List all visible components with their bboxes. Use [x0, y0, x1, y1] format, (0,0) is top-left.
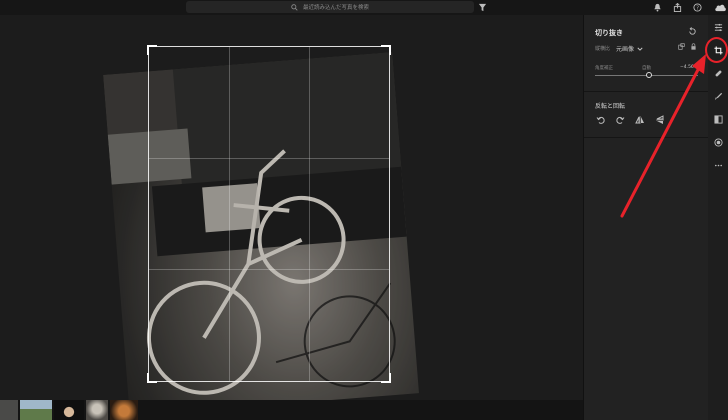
crop-grid-line [149, 158, 389, 160]
radial-icon[interactable] [713, 137, 723, 147]
crop-handle-bottom-right[interactable] [381, 373, 391, 383]
rotate-left-button[interactable] [595, 114, 607, 126]
divider [584, 137, 709, 138]
flip-horizontal-button[interactable] [634, 114, 646, 126]
flip-vertical-button[interactable] [654, 114, 666, 126]
crop-panel: 切り抜き 縦横比 元画像 角度補正 自動 −4.56 反転と回転 [583, 15, 709, 420]
angle-label: 角度補正 [595, 66, 613, 71]
panel-title: 切り抜き [595, 29, 623, 37]
auto-straighten-button[interactable]: 自動 [642, 65, 651, 71]
lock-icon[interactable] [690, 43, 697, 50]
crop-handle-top-right[interactable] [381, 45, 391, 55]
filmstrip-thumb[interactable] [86, 400, 108, 420]
rotate-section-title: 反転と回転 [595, 103, 626, 110]
rotate-right-button[interactable] [614, 114, 626, 126]
filmstrip-thumb[interactable] [54, 400, 84, 420]
heal-icon[interactable] [713, 68, 723, 78]
search-input[interactable]: 最近読み込んだ写真を検索 [186, 1, 474, 13]
crop-handle-top-left[interactable] [147, 45, 157, 55]
brush-icon[interactable] [713, 91, 723, 101]
aspect-dropdown[interactable]: 元画像 [616, 44, 643, 53]
crop-handle-bottom-left[interactable] [147, 373, 157, 383]
angle-value[interactable]: −4.56 [680, 65, 694, 70]
gradient-icon[interactable] [713, 114, 723, 124]
filter-icon[interactable] [477, 2, 487, 12]
top-bar: 最近読み込んだ写真を検索 ? [0, 0, 728, 15]
rotate-left-icon [596, 116, 605, 124]
reset-icon[interactable] [688, 27, 697, 36]
divider [584, 91, 709, 92]
highlight-ring [705, 37, 728, 63]
filmstrip [0, 400, 583, 420]
filmstrip-thumb[interactable] [20, 400, 52, 420]
filmstrip-thumb[interactable] [0, 400, 18, 420]
search-placeholder: 最近読み込んだ写真を検索 [302, 5, 369, 11]
tool-strip [708, 15, 728, 420]
flip-vertical-icon [656, 115, 664, 124]
crop-grid-line [149, 269, 389, 271]
crop-frame[interactable] [147, 45, 391, 383]
chevron-down-icon [637, 47, 643, 51]
rotate-right-icon [616, 116, 625, 124]
aspect-label: 縦横比 [595, 46, 611, 52]
search-icon [291, 3, 298, 11]
help-icon[interactable]: ? [692, 2, 702, 12]
aspect-swap-icon[interactable] [678, 43, 685, 50]
share-icon[interactable] [672, 2, 682, 12]
cloud-icon[interactable] [713, 2, 727, 12]
more-icon[interactable] [713, 160, 723, 170]
angle-slider-thumb[interactable] [645, 72, 652, 78]
flip-horizontal-icon [635, 116, 644, 124]
filmstrip-thumb[interactable] [110, 400, 138, 420]
photo-canvas[interactable] [0, 15, 583, 400]
aspect-value: 元画像 [616, 46, 635, 53]
bell-icon[interactable] [652, 2, 662, 12]
crop-grid-line [308, 47, 310, 381]
sliders-icon[interactable] [713, 22, 723, 32]
crop-grid-line [228, 47, 230, 381]
svg-text:?: ? [696, 5, 699, 11]
